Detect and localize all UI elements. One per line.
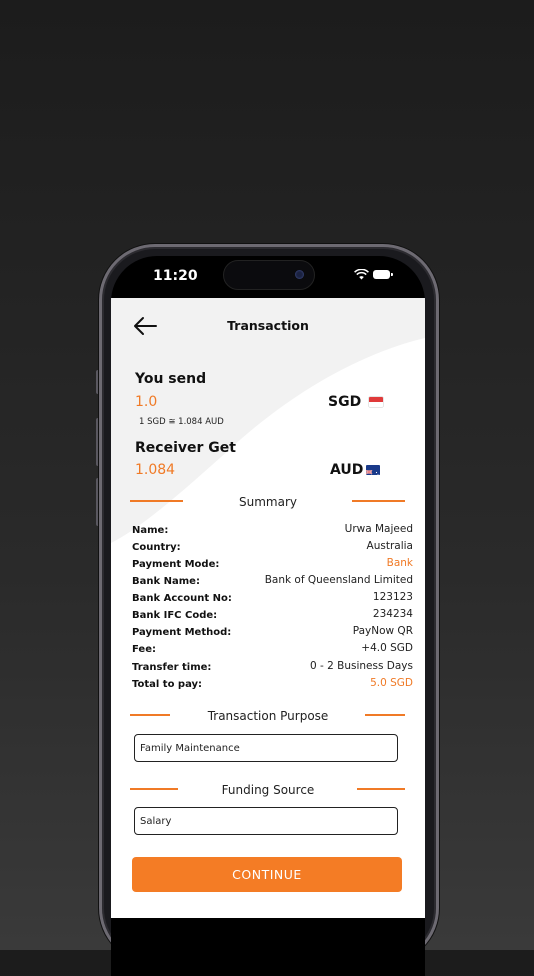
summary-row: Total to pay: 5.0 SGD <box>132 677 413 695</box>
summary-row: Bank Name: Bank of Queensland Limited <box>132 574 413 592</box>
summary-row-label: Total to pay: <box>132 679 203 690</box>
summary-row-label: Payment Method: <box>132 627 232 638</box>
summary-row-value: Australia <box>366 540 413 552</box>
funding-title: Funding Source <box>221 783 315 797</box>
summary-row-label: Country: <box>132 542 181 553</box>
transaction-purpose-input[interactable] <box>134 734 398 762</box>
summary-row-value: 234234 <box>372 608 413 620</box>
singapore-flag-icon <box>369 397 383 407</box>
summary-row-label: Bank Name: <box>132 576 200 587</box>
header: Transaction <box>111 298 425 358</box>
funding-source-input[interactable] <box>134 807 398 835</box>
receive-currency[interactable]: AUD <box>330 462 363 478</box>
summary-row-label: Transfer time: <box>132 662 212 673</box>
summary-row: Fee: +4.0 SGD <box>132 642 413 660</box>
summary-title: Summary <box>239 495 297 509</box>
purpose-title: Transaction Purpose <box>207 709 329 723</box>
summary-row-value: 5.0 SGD <box>370 677 413 689</box>
purpose-divider-right <box>365 714 405 716</box>
summary-row-label: Fee: <box>132 644 156 655</box>
summary-row-value: +4.0 SGD <box>361 642 413 654</box>
camera-icon <box>295 270 304 279</box>
summary-row-value: PayNow QR <box>352 625 413 637</box>
australia-flag-icon <box>366 465 380 475</box>
summary-row: Name: Urwa Majeed <box>132 523 413 541</box>
summary-row-value: Urwa Majeed <box>344 523 413 535</box>
status-bar: 11:20 <box>111 256 425 298</box>
summary-row-value: Bank <box>386 557 413 569</box>
send-currency[interactable]: SGD <box>328 394 361 410</box>
send-amount[interactable]: 1.0 <box>135 394 157 410</box>
summary-row: Transfer time: 0 - 2 Business Days <box>132 660 413 678</box>
summary-row: Payment Mode: Bank <box>132 557 413 575</box>
battery-icon <box>373 270 393 279</box>
dynamic-island <box>223 260 315 290</box>
summary-row-value: 123123 <box>372 591 413 603</box>
continue-button[interactable]: CONTINUE <box>132 857 402 892</box>
summary-row-label: Bank IFC Code: <box>132 610 218 621</box>
summary-row: Bank Account No: 123123 <box>132 591 413 609</box>
exchange-rate: 1 SGD ≅ 1.084 AUD <box>139 417 224 427</box>
status-time: 11:20 <box>153 268 198 284</box>
summary-row: Payment Method: PayNow QR <box>132 625 413 643</box>
transaction-screen: Transaction You send 1.0 SGD 1 SGD ≅ 1.0… <box>111 298 425 918</box>
receiver-get-label: Receiver Get <box>135 440 236 456</box>
summary-row-label: Payment Mode: <box>132 559 220 570</box>
funding-divider-right <box>357 788 405 790</box>
summary-row: Bank IFC Code: 234234 <box>132 608 413 626</box>
summary-row-value: Bank of Queensland Limited <box>264 574 413 586</box>
wifi-icon <box>354 269 369 280</box>
you-send-label: You send <box>135 371 207 387</box>
summary-row-value: 0 - 2 Business Days <box>309 660 413 672</box>
summary-row-label: Bank Account No: <box>132 593 232 604</box>
summary-row-label: Name: <box>132 525 169 536</box>
summary-row: Country: Australia <box>132 540 413 558</box>
page-title: Transaction <box>227 318 309 333</box>
phone-screen: 11:20 Transaction You send 1.0 SGD 1 SGD <box>111 256 425 976</box>
summary-divider-right <box>352 500 405 502</box>
receive-amount: 1.084 <box>135 462 176 478</box>
